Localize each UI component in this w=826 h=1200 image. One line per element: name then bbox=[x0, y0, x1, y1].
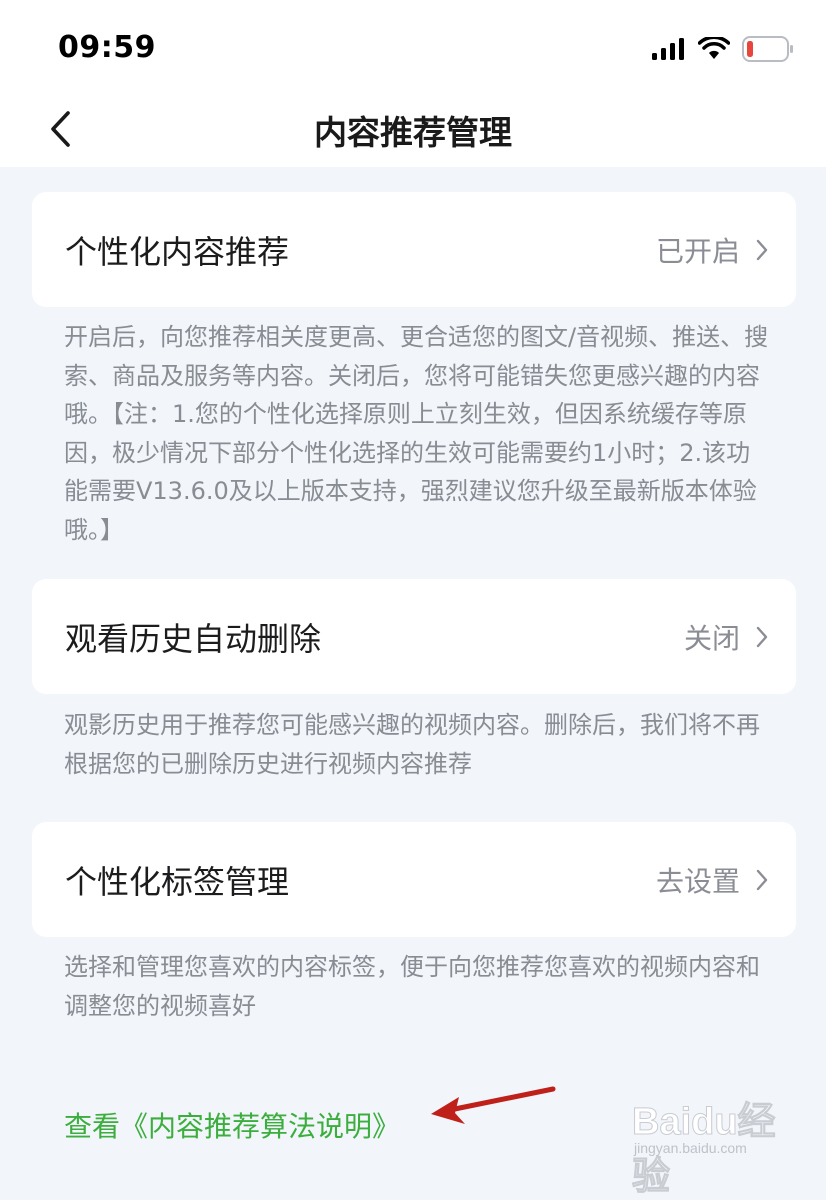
setting-title: 个性化内容推荐 bbox=[65, 232, 290, 271]
setting-auto-delete-history[interactable]: 观看历史自动删除 关闭 bbox=[32, 579, 796, 694]
setting-personalized-recommendation[interactable]: 个性化内容推荐 已开启 bbox=[32, 192, 796, 307]
wifi-icon bbox=[698, 37, 730, 59]
chevron-right-icon bbox=[756, 626, 768, 647]
setting-value: 关闭 bbox=[683, 621, 740, 655]
page-title: 内容推荐管理 bbox=[314, 113, 512, 152]
setting-value: 去设置 bbox=[655, 864, 740, 898]
status-icons bbox=[652, 36, 794, 62]
setting-personalized-tags[interactable]: 个性化标签管理 去设置 bbox=[32, 822, 796, 937]
watermark-logo: Baidu经验 jingyan.baidu.com bbox=[632, 1086, 812, 1199]
algorithm-explanation-link[interactable]: 查看《内容推荐算法说明》 bbox=[64, 1105, 400, 1145]
setting-value-group: 去设置 bbox=[656, 860, 768, 900]
setting-title: 观看历史自动删除 bbox=[65, 619, 322, 658]
setting-description: 选择和管理您喜欢的内容标签，便于向您推荐您喜欢的视频内容和调整您的视频喜好 bbox=[64, 953, 760, 1020]
cellular-signal-icon bbox=[652, 38, 684, 60]
header-area: 09:59 内容推荐管理 bbox=[0, 0, 826, 167]
annotation-arrow-icon bbox=[431, 1086, 556, 1124]
watermark-subtext: jingyan.baidu.com bbox=[634, 1140, 747, 1156]
battery-icon bbox=[742, 36, 793, 62]
setting-value: 已开启 bbox=[655, 234, 740, 268]
setting-value-group: 关闭 bbox=[684, 617, 768, 657]
setting-title: 个性化标签管理 bbox=[65, 862, 290, 901]
chevron-right-icon bbox=[756, 239, 768, 260]
setting-description: 观影历史用于推荐您可能感兴趣的视频内容。删除后，我们将不再根据您的已删除历史进行… bbox=[64, 711, 760, 778]
setting-description: 开启后，向您推荐相关度更高、更合适您的图文/音视频、推送、搜索、商品及服务等内容… bbox=[64, 323, 769, 544]
setting-value-group: 已开启 bbox=[656, 230, 768, 270]
status-time: 09:59 bbox=[58, 30, 156, 65]
chevron-right-icon bbox=[756, 869, 768, 890]
